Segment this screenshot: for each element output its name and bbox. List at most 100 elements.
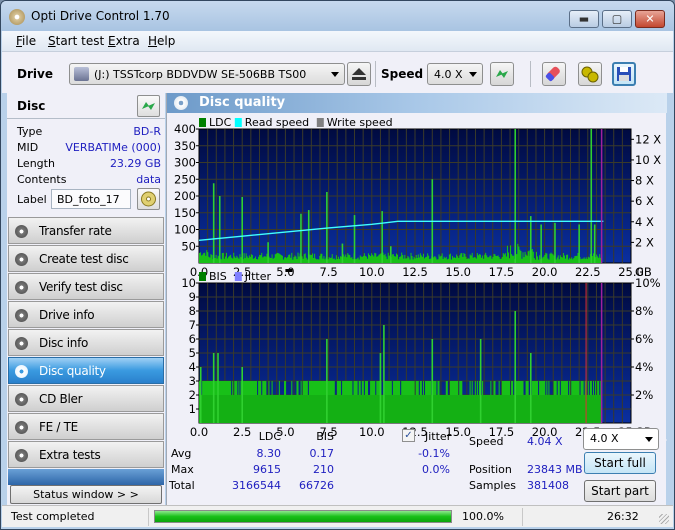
disc-type-value: BD-R [133, 125, 161, 138]
drive-icon [74, 67, 89, 81]
nav-item-cd-bler[interactable]: CD Bler [8, 385, 164, 412]
minimize-button[interactable]: ▬ [569, 10, 599, 28]
status-separator [522, 508, 523, 526]
nav-footer [8, 469, 164, 485]
disc-title: Disc [17, 99, 46, 113]
disc-test-icon [15, 449, 28, 462]
window-title: Opti Drive Control 1.70 [31, 9, 170, 23]
ldc-y-tick: 150 [174, 206, 196, 220]
speed-select[interactable]: 4.0 X [427, 63, 483, 85]
menu-help[interactable]: Help [148, 34, 175, 48]
max-bis: 210 [313, 463, 334, 476]
status-separator [148, 508, 149, 526]
refresh-button[interactable] [490, 62, 514, 86]
speed-value: 4.0 X [434, 68, 463, 81]
nav-item-create-test-disc[interactable]: Create test disc [8, 245, 164, 272]
maximize-button[interactable]: ▢ [602, 10, 632, 28]
ldc-y-tick: 350 [174, 139, 196, 153]
disc-length-value: 23.29 GB [109, 157, 161, 170]
menu-start-test[interactable]: Start test [48, 34, 104, 48]
position-value: 23843 MB [527, 463, 583, 476]
nav-item-extra-tests[interactable]: Extra tests [8, 441, 164, 468]
disc-label-button[interactable] [137, 188, 160, 210]
bis-y2-tick: 8% [635, 304, 653, 318]
bis-x-tick: 2.5 [233, 425, 251, 439]
ldc-y2-tick: 8 X [635, 174, 654, 188]
disc-refresh-button[interactable] [137, 95, 160, 117]
nav-item-label: Extra tests [39, 448, 101, 462]
jitter-indicator [285, 269, 293, 272]
status-bar: Test completed 100.0% 26:32 [2, 505, 673, 527]
save-button[interactable] [612, 62, 636, 86]
ldc-x-tick: 15.0 [445, 265, 471, 279]
menu-file[interactable]: File [16, 34, 36, 48]
ldc-x-tick: 22.5 [575, 265, 601, 279]
samples-label: Samples [469, 479, 516, 492]
bis-y-tick: 4 [189, 360, 196, 374]
elapsed-time: 26:32 [607, 510, 639, 523]
bis-y-tick: 9 [189, 290, 196, 304]
disc-length-key: Length [17, 157, 55, 170]
test-speed-select[interactable]: 4.0 X [583, 428, 659, 450]
start-part-button[interactable]: Start part [584, 480, 656, 502]
jitter-checkbox[interactable]: ✓ [402, 429, 415, 442]
nav-item-label: Transfer rate [39, 224, 112, 238]
position-label: Position [469, 463, 512, 476]
left-panel: Disc Type BD-R MID VERBATIMe (000) Lengt… [7, 93, 165, 505]
settings-icon [581, 66, 599, 83]
bis-legend-swatch [234, 272, 242, 281]
disc-test-icon [15, 337, 28, 350]
disc-mid-row: MID VERBATIMe (000) [17, 141, 161, 157]
erase-button[interactable] [542, 62, 566, 86]
ldc-x-tick: 10.0 [359, 265, 385, 279]
toolbar-separator [530, 61, 531, 87]
test-speed-value: 4.0 X [590, 432, 619, 445]
disc-test-icon [15, 393, 28, 406]
ldc-y2-tick: 12 X [635, 132, 661, 146]
ldc-legend-label: Write speed [327, 116, 393, 129]
nav-item-fe-te[interactable]: FE / TE [8, 413, 164, 440]
eraser-icon [545, 66, 560, 82]
max-label: Max [171, 463, 194, 476]
bis-y2-tick: 2% [635, 388, 653, 402]
start-full-button[interactable]: Start full [584, 452, 656, 474]
close-button[interactable]: ✕ [635, 10, 665, 28]
nav-item-disc-quality[interactable]: Disc quality [8, 357, 164, 384]
refresh-icon [142, 102, 155, 110]
ldc-legend-swatch [234, 118, 242, 127]
ldc-y-tick: 300 [174, 156, 196, 170]
ldc-legend-label: LDC [209, 116, 232, 129]
status-window-button[interactable]: Status window > > [10, 485, 162, 504]
chevron-down-icon [645, 437, 653, 442]
nav-item-label: FE / TE [39, 420, 78, 434]
max-ldc: 9615 [253, 463, 281, 476]
progress-fill [155, 511, 451, 522]
disc-label-input[interactable]: BD_foto_17 [51, 189, 131, 209]
nav-item-drive-info[interactable]: Drive info [8, 301, 164, 328]
ldc-legend-swatch [316, 118, 324, 127]
drive-value: (J:) TSSTcorp BDDVDW SE-506BB TS00 [94, 68, 307, 81]
nav-item-transfer-rate[interactable]: Transfer rate [8, 217, 164, 244]
eject-button[interactable] [347, 62, 371, 86]
eject-icon [352, 68, 366, 80]
bis-y2-tick: 4% [635, 360, 653, 374]
menu-extra[interactable]: Extra [108, 34, 140, 48]
ldc-legend-label: Read speed [245, 116, 309, 129]
ldc-y-tick: 100 [174, 223, 196, 237]
chevron-down-icon [469, 72, 477, 77]
settings-button[interactable] [578, 62, 602, 86]
nav-item-disc-info[interactable]: Disc info [8, 329, 164, 356]
bis-y-tick: 8 [189, 304, 196, 318]
disc-test-icon [15, 309, 28, 322]
jitter-label: Jitter [425, 430, 452, 443]
nav-item-verify-test-disc[interactable]: Verify test disc [8, 273, 164, 300]
ldc-x-tick: 20.0 [532, 265, 558, 279]
resize-grip-icon[interactable] [659, 514, 669, 524]
drive-select[interactable]: (J:) TSSTcorp BDDVDW SE-506BB TS00 [69, 63, 345, 85]
speed-label: Speed [381, 67, 424, 81]
ldc-x-tick: 12.5 [402, 265, 428, 279]
test-nav: Transfer rate Create test disc Verify test… [8, 217, 164, 469]
charts-area: 0.02.55.07.510.012.515.017.520.022.525.0… [167, 116, 667, 441]
nav-item-label: Drive info [39, 308, 95, 322]
ldc-x-tick: 17.5 [489, 265, 515, 279]
